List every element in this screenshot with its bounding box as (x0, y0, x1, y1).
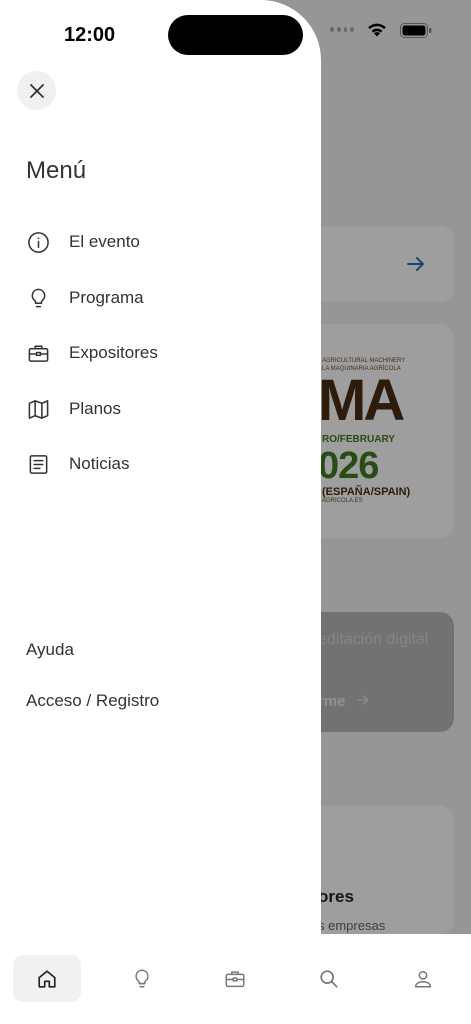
bottom-tab-bar (0, 934, 471, 1024)
user-icon (414, 970, 432, 988)
side-menu-drawer: 12:00 Menú El evento Programa Expositore… (0, 0, 321, 934)
lightbulb-icon (26, 286, 50, 310)
menu-item-label: El evento (69, 232, 140, 251)
tab-exhibitors[interactable] (201, 955, 269, 1002)
status-time: 12:00 (64, 24, 116, 46)
close-menu-button[interactable] (17, 71, 56, 110)
menu-item-label: Planos (69, 399, 121, 418)
menu-item-label: Programa (69, 288, 144, 307)
wifi-icon (368, 23, 386, 37)
briefcase-icon (26, 341, 50, 365)
menu-item-label: Expositores (69, 343, 158, 362)
dynamic-island (168, 15, 303, 55)
menu-item-label: Noticias (69, 454, 130, 473)
map-icon (26, 397, 50, 421)
battery-icon (400, 22, 432, 38)
menu-item-news[interactable]: Noticias (26, 449, 129, 479)
tab-home[interactable] (13, 955, 81, 1002)
lightbulb-icon (135, 969, 149, 988)
close-icon (29, 83, 44, 98)
tab-search[interactable] (295, 955, 363, 1002)
menu-item-exhibitors[interactable]: Expositores (26, 338, 158, 368)
menu-title: Menú (26, 157, 87, 184)
help-link[interactable]: Ayuda (26, 640, 74, 660)
newspaper-icon (26, 452, 50, 476)
menu-item-event[interactable]: El evento (26, 227, 140, 257)
home-icon (38, 969, 56, 988)
search-icon (320, 969, 338, 988)
tab-program[interactable] (108, 955, 176, 1002)
menu-item-program[interactable]: Programa (26, 283, 144, 313)
status-bar-indicators (330, 22, 432, 38)
briefcase-icon (225, 970, 245, 987)
menu-item-maps[interactable]: Planos (26, 394, 121, 424)
tab-profile[interactable] (389, 955, 457, 1002)
login-register-link[interactable]: Acceso / Registro (26, 691, 159, 711)
signal-dots-icon (330, 27, 354, 33)
info-icon (26, 230, 50, 254)
